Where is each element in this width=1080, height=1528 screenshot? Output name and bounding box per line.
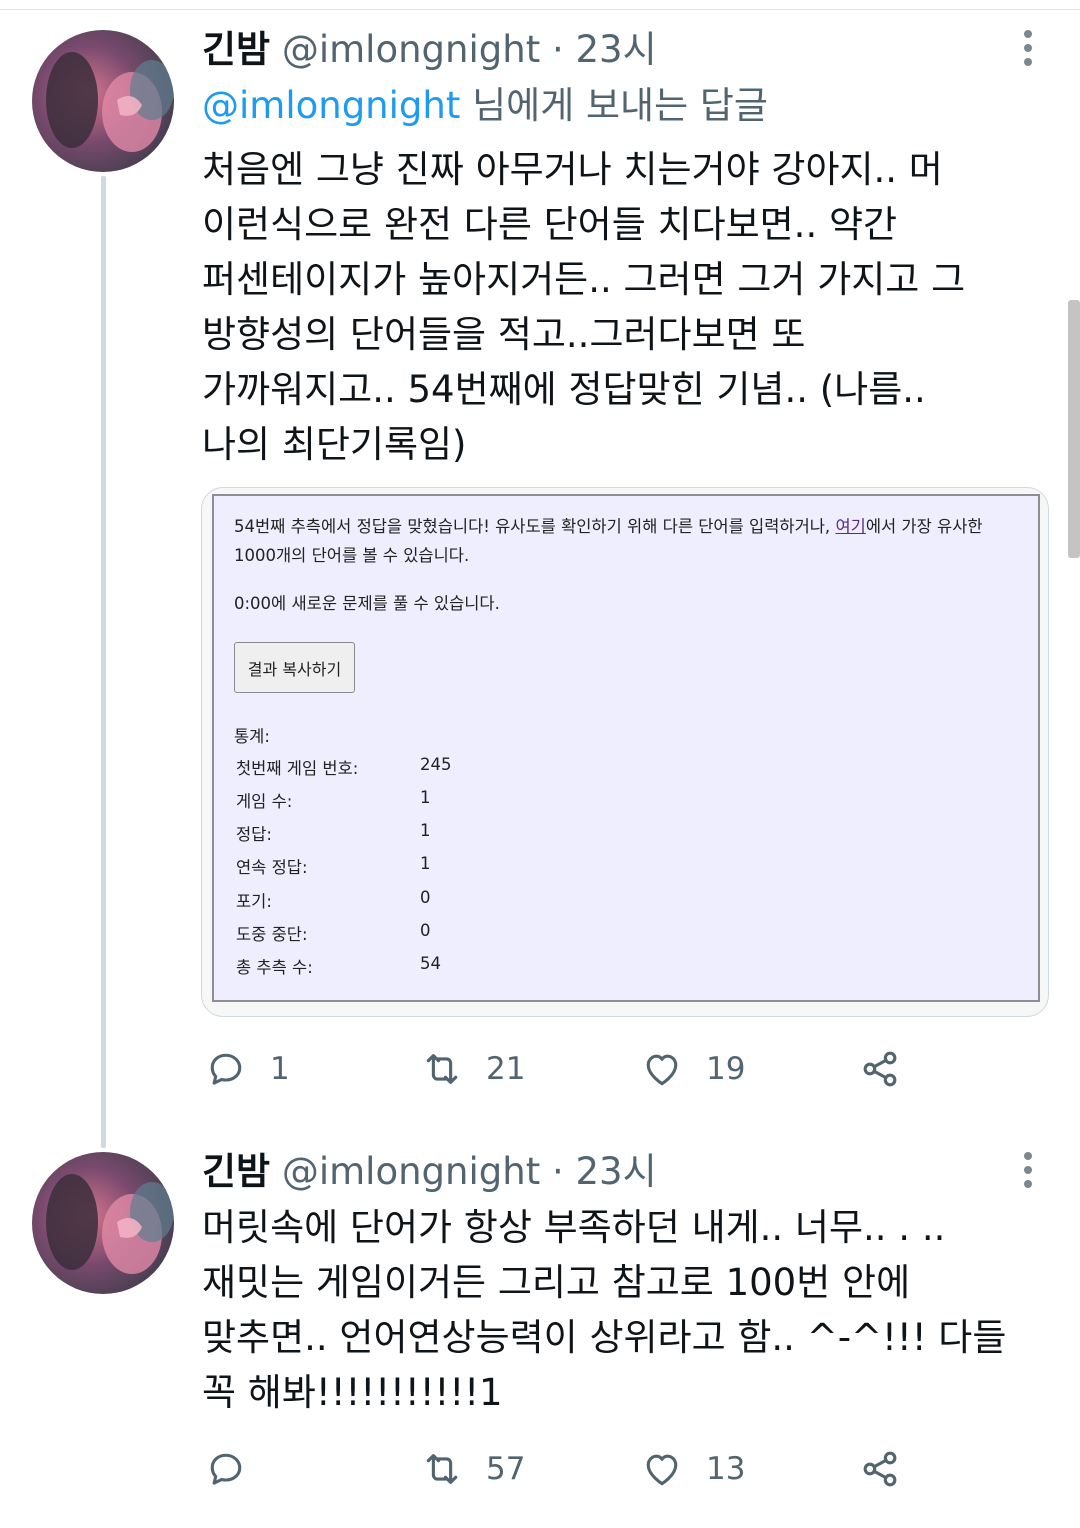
speech-bubble-icon xyxy=(210,1053,242,1085)
stat-label: 게임 수: xyxy=(236,792,293,811)
tweet-text: 머릿속에 단어가 항상 부족하던 내게.. 너무.. . .. 재밋는 게임이거… xyxy=(202,1206,1007,1414)
more-options-icon[interactable] xyxy=(1016,1148,1040,1192)
tweet-actions: 1 21 19 xyxy=(202,1044,922,1094)
copy-result-button: 결과 복사하기 xyxy=(234,642,355,693)
like-count: 19 xyxy=(706,1051,746,1087)
stat-value: 1 xyxy=(420,821,431,840)
stat-label: 포기: xyxy=(236,892,272,911)
tweet-text: 처음엔 그냥 진짜 아무거나 치는거야 강아지.. 머 이런식으로 완전 다른 … xyxy=(202,148,966,466)
retweet-count: 57 xyxy=(486,1451,526,1487)
speech-bubble-icon xyxy=(210,1453,242,1485)
reply-context-label: 님에게 보내는 답글 xyxy=(460,84,768,127)
stat-value: 245 xyxy=(420,755,452,774)
reply-mention-link[interactable]: @imlongnight xyxy=(202,84,460,127)
reply-button[interactable]: 1 xyxy=(204,1044,290,1094)
avatar[interactable] xyxy=(32,30,174,172)
retweet-button[interactable]: 57 xyxy=(420,1444,525,1494)
tweet-header: 긴밤 @imlongnight · 23시 xyxy=(202,1148,657,1196)
stats-title: 통계: xyxy=(234,727,270,746)
tweet-header: 긴밤 @imlongnight · 23시 xyxy=(202,26,657,74)
stat-label: 연속 정답: xyxy=(236,858,308,877)
retweet-button[interactable]: 21 xyxy=(420,1044,525,1094)
avatar-image xyxy=(32,1152,174,1294)
like-button[interactable]: 19 xyxy=(640,1044,745,1094)
avatar-image xyxy=(32,30,174,172)
scrollbar-thumb[interactable] xyxy=(1068,300,1080,558)
reply-context: @imlongnight 님에게 보내는 답글 xyxy=(202,82,768,130)
handle-and-time[interactable]: @imlongnight · 23시 xyxy=(282,28,657,71)
thread-connector-line xyxy=(101,176,106,1148)
share-nodes-icon xyxy=(863,1451,897,1487)
stat-value: 1 xyxy=(420,788,431,807)
reply-count: 1 xyxy=(270,1051,290,1087)
retweet-arrows-icon xyxy=(426,1454,458,1484)
stat-label: 총 추측 수: xyxy=(236,958,313,977)
stat-value: 0 xyxy=(420,921,431,940)
display-name[interactable]: 긴밤 xyxy=(202,28,270,71)
game-result-screenshot: 54번째 추측에서 정답을 맞혔습니다! 유사도를 확인하기 위해 다른 단어를… xyxy=(212,494,1040,1002)
display-name[interactable]: 긴밤 xyxy=(202,1150,270,1193)
handle-and-time[interactable]: @imlongnight · 23시 xyxy=(282,1150,657,1193)
here-link: 여기 xyxy=(835,517,866,536)
next-puzzle-message: 0:00에 새로운 문제를 풀 수 있습니다. xyxy=(234,594,500,613)
retweet-count: 21 xyxy=(486,1051,526,1087)
like-button[interactable]: 13 xyxy=(640,1444,745,1494)
top-divider xyxy=(0,9,1080,10)
stat-value: 0 xyxy=(420,888,431,907)
like-count: 13 xyxy=(706,1451,746,1487)
reply-button[interactable] xyxy=(204,1444,270,1494)
result-message-line2: 1000개의 단어를 볼 수 있습니다. xyxy=(234,546,470,565)
share-button[interactable] xyxy=(858,1444,902,1494)
result-message-line1: 54번째 추측에서 정답을 맞혔습니다! 유사도를 확인하기 위해 다른 단어를… xyxy=(234,517,983,536)
stat-label: 정답: xyxy=(236,825,272,844)
heart-icon xyxy=(646,1054,678,1086)
avatar[interactable] xyxy=(32,1152,174,1294)
stat-value: 1 xyxy=(420,854,431,873)
attached-image[interactable]: 54번째 추측에서 정답을 맞혔습니다! 유사도를 확인하기 위해 다른 단어를… xyxy=(201,487,1049,1017)
retweet-arrows-icon xyxy=(426,1054,458,1084)
more-options-icon[interactable] xyxy=(1016,26,1040,70)
stat-label: 도중 중단: xyxy=(236,925,308,944)
stat-label: 첫번째 게임 번호: xyxy=(236,759,359,778)
share-button[interactable] xyxy=(858,1044,902,1094)
share-nodes-icon xyxy=(863,1051,897,1087)
stat-value: 54 xyxy=(420,954,441,973)
heart-icon xyxy=(646,1454,678,1486)
tweet-actions: 57 13 xyxy=(202,1444,922,1494)
